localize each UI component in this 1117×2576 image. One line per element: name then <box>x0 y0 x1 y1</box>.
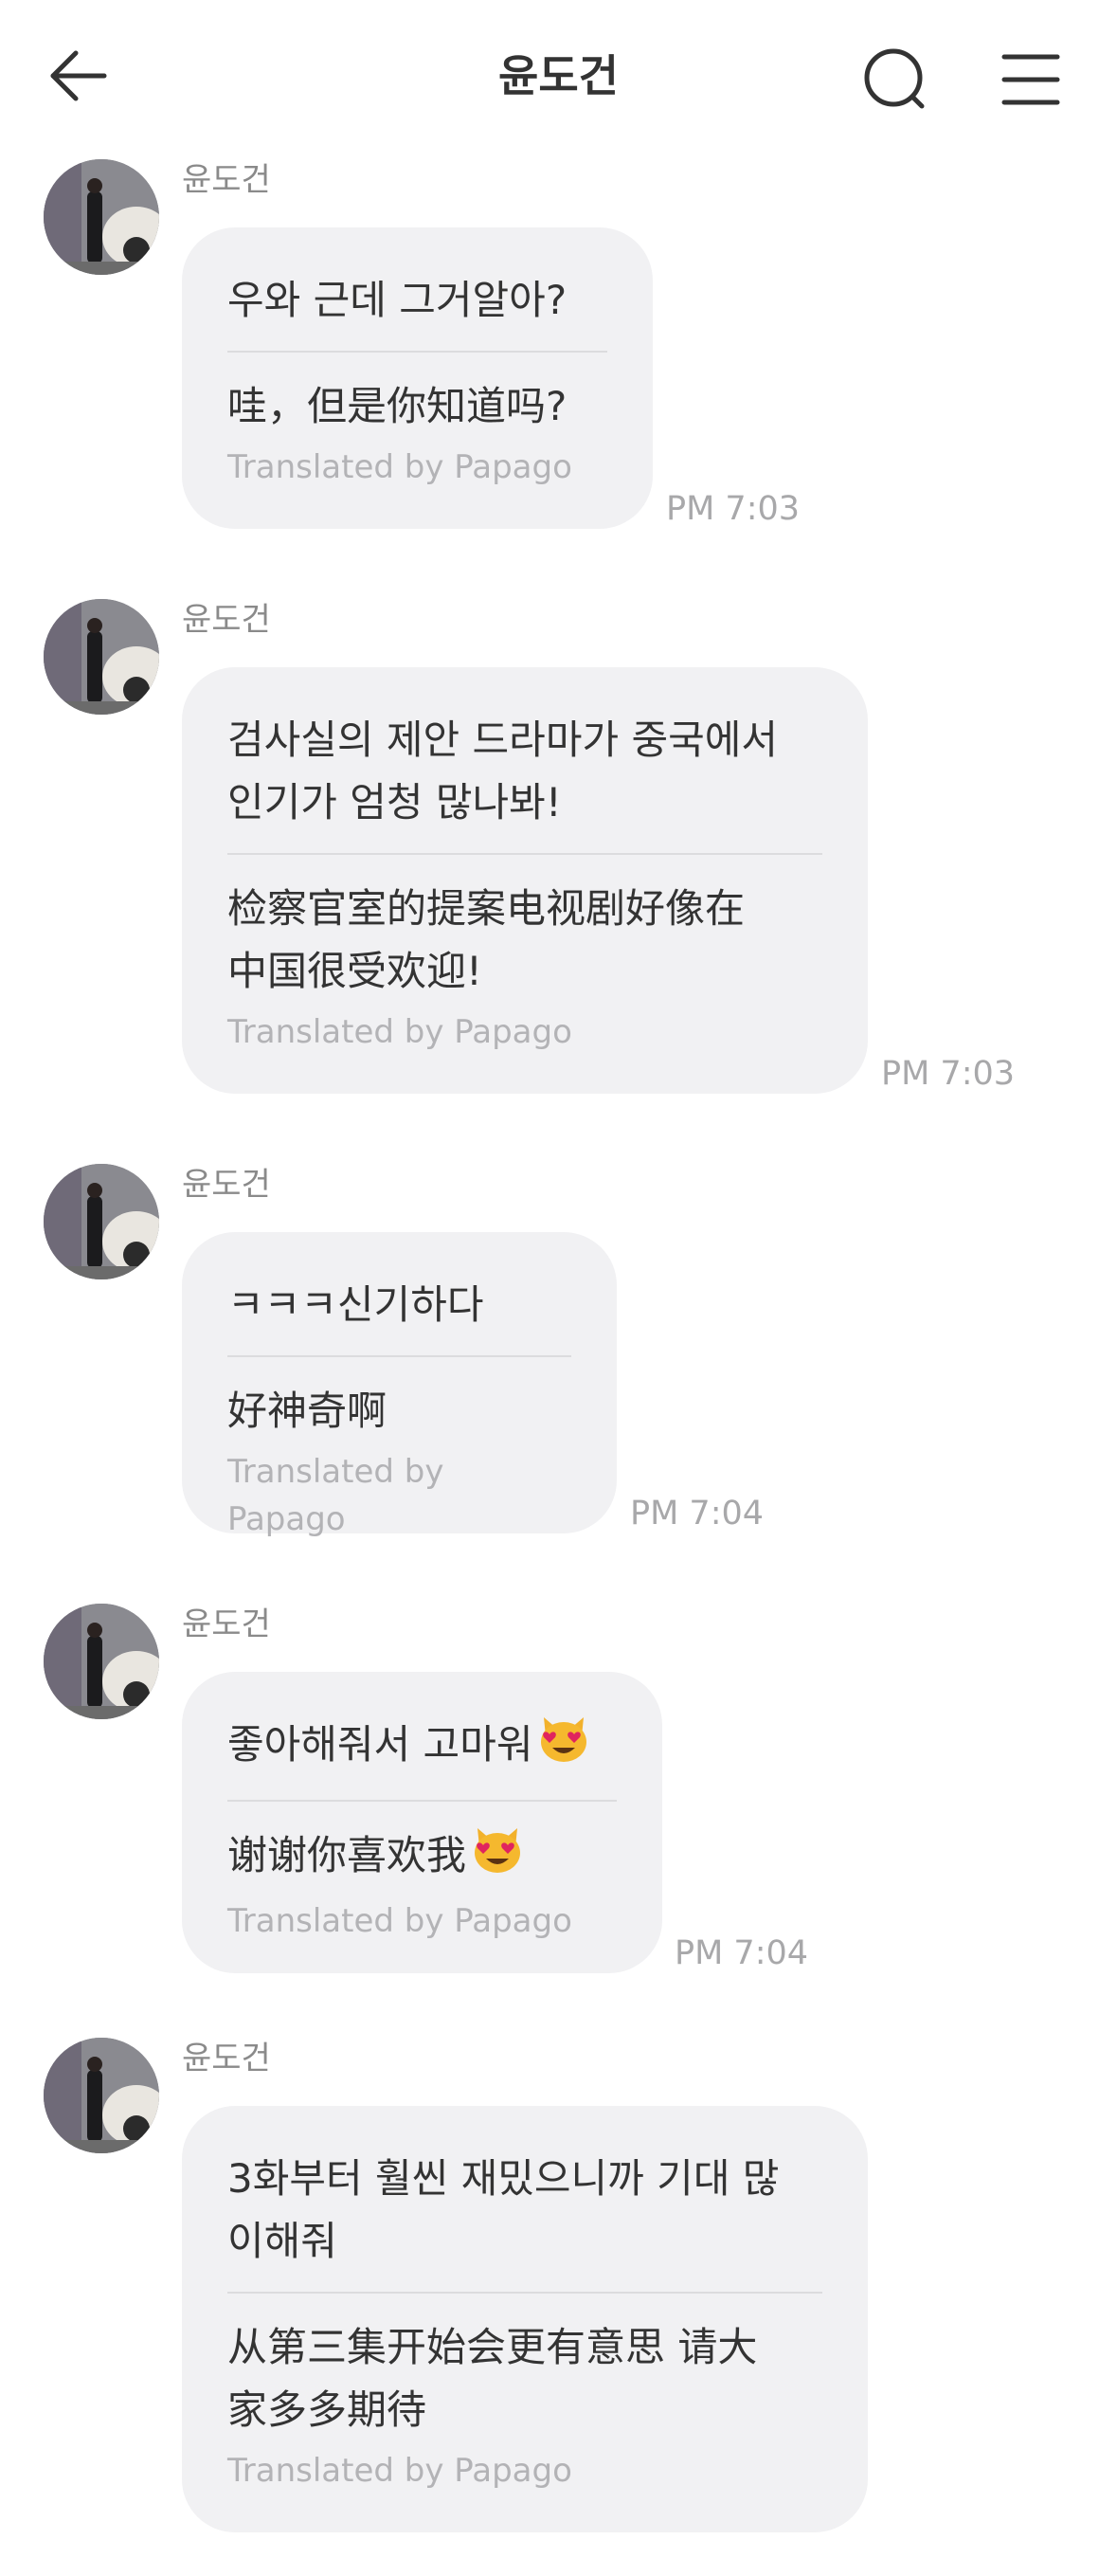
translated-text: 谢谢你喜欢我 <box>227 1832 467 1878</box>
avatar[interactable] <box>44 599 159 715</box>
heart-eyes-cat-emoji <box>538 1714 589 1781</box>
message-item: 윤도건 ㅋㅋㅋ신기하다 好神奇啊 Translated by Papago PM… <box>0 1164 1117 1543</box>
avatar[interactable] <box>44 1604 159 1719</box>
original-text: 좋아해줘서 고마워 <box>227 1721 533 1768</box>
original-text: 검사실의 제안 드라마가 중국에서 인기가 엄청 많나봐! <box>227 717 779 825</box>
chat-header: 윤도건 <box>0 0 1117 152</box>
message-bubble[interactable]: 우와 근데 그거알아? 哇，但是你知道吗? Translated by Papa… <box>182 227 653 529</box>
original-text: ㅋㅋㅋ신기하다 <box>227 1281 484 1328</box>
translation-credit: Translated by Papago <box>227 1902 572 1940</box>
search-button[interactable] <box>857 42 933 118</box>
translation-credit: Translated by Papago <box>227 1013 572 1051</box>
sender-name: 윤도건 <box>182 601 271 639</box>
translated-text: 从第三集开始会更有意思 请大 家多多期待 <box>227 2324 758 2433</box>
sender-name: 윤도건 <box>182 1605 271 1643</box>
translated-text: 好神奇啊 <box>227 1388 387 1434</box>
message-item: 윤도건 좋아해줘서 고마워 谢谢你喜欢我 Translated by Papag… <box>0 1604 1117 1983</box>
divider <box>227 853 822 855</box>
message-bubble[interactable]: 검사실의 제안 드라마가 중국에서 인기가 엄청 많나봐! 检察官室的提案电视剧… <box>182 667 868 1094</box>
original-text: 우와 근데 그거알아? <box>227 277 568 323</box>
menu-button[interactable] <box>995 42 1071 118</box>
avatar[interactable] <box>44 2038 159 2153</box>
divider <box>227 2292 822 2294</box>
menu-icon <box>1001 54 1060 105</box>
message-time: PM 7:03 <box>666 490 801 528</box>
message-time: PM 7:03 <box>881 1055 1016 1093</box>
message-item: 윤도건 검사실의 제안 드라마가 중국에서 인기가 엄청 많나봐! 检察官室的提… <box>0 599 1117 1111</box>
avatar[interactable] <box>44 159 159 275</box>
message-bubble[interactable]: ㅋㅋㅋ신기하다 好神奇啊 Translated by Papago <box>182 1232 617 1538</box>
message-bubble[interactable]: 좋아해줘서 고마워 谢谢你喜欢我 Translated by Papago <box>182 1672 662 1973</box>
message-item: 윤도건 3화부터 훨씬 재밌으니까 기대 많 이해줘 从第三集开始会更有意思 请… <box>0 2038 1117 2549</box>
sender-name: 윤도건 <box>182 2040 271 2077</box>
divider <box>227 351 607 353</box>
sender-name: 윤도건 <box>182 1166 271 1204</box>
message-item: 윤도건 우와 근데 그거알아? 哇，但是你知道吗? Translated by … <box>0 159 1117 538</box>
avatar[interactable] <box>44 1164 159 1279</box>
message-bubble[interactable]: 3화부터 훨씬 재밌으니까 기대 많 이해줘 从第三集开始会更有意思 请大 家多… <box>182 2106 868 2532</box>
translated-text: 哇，但是你知道吗? <box>227 383 568 429</box>
divider <box>227 1800 617 1802</box>
chat-title: 윤도건 <box>498 50 619 101</box>
translation-credit: Translated by Papago <box>227 448 572 486</box>
heart-eyes-cat-emoji <box>472 1824 523 1892</box>
search-icon <box>864 48 925 109</box>
message-time: PM 7:04 <box>675 1934 809 1972</box>
translation-credit: Translated by Papago <box>227 1453 444 1538</box>
sender-name: 윤도건 <box>182 161 271 199</box>
translation-credit: Translated by Papago <box>227 2452 572 2490</box>
divider <box>227 1355 571 1357</box>
message-time: PM 7:04 <box>630 1495 765 1533</box>
translated-text: 检察官室的提案电视剧好像在 中国很受欢迎! <box>227 885 746 994</box>
original-text: 3화부터 훨씬 재밌으니까 기대 많 이해줘 <box>227 2155 780 2264</box>
